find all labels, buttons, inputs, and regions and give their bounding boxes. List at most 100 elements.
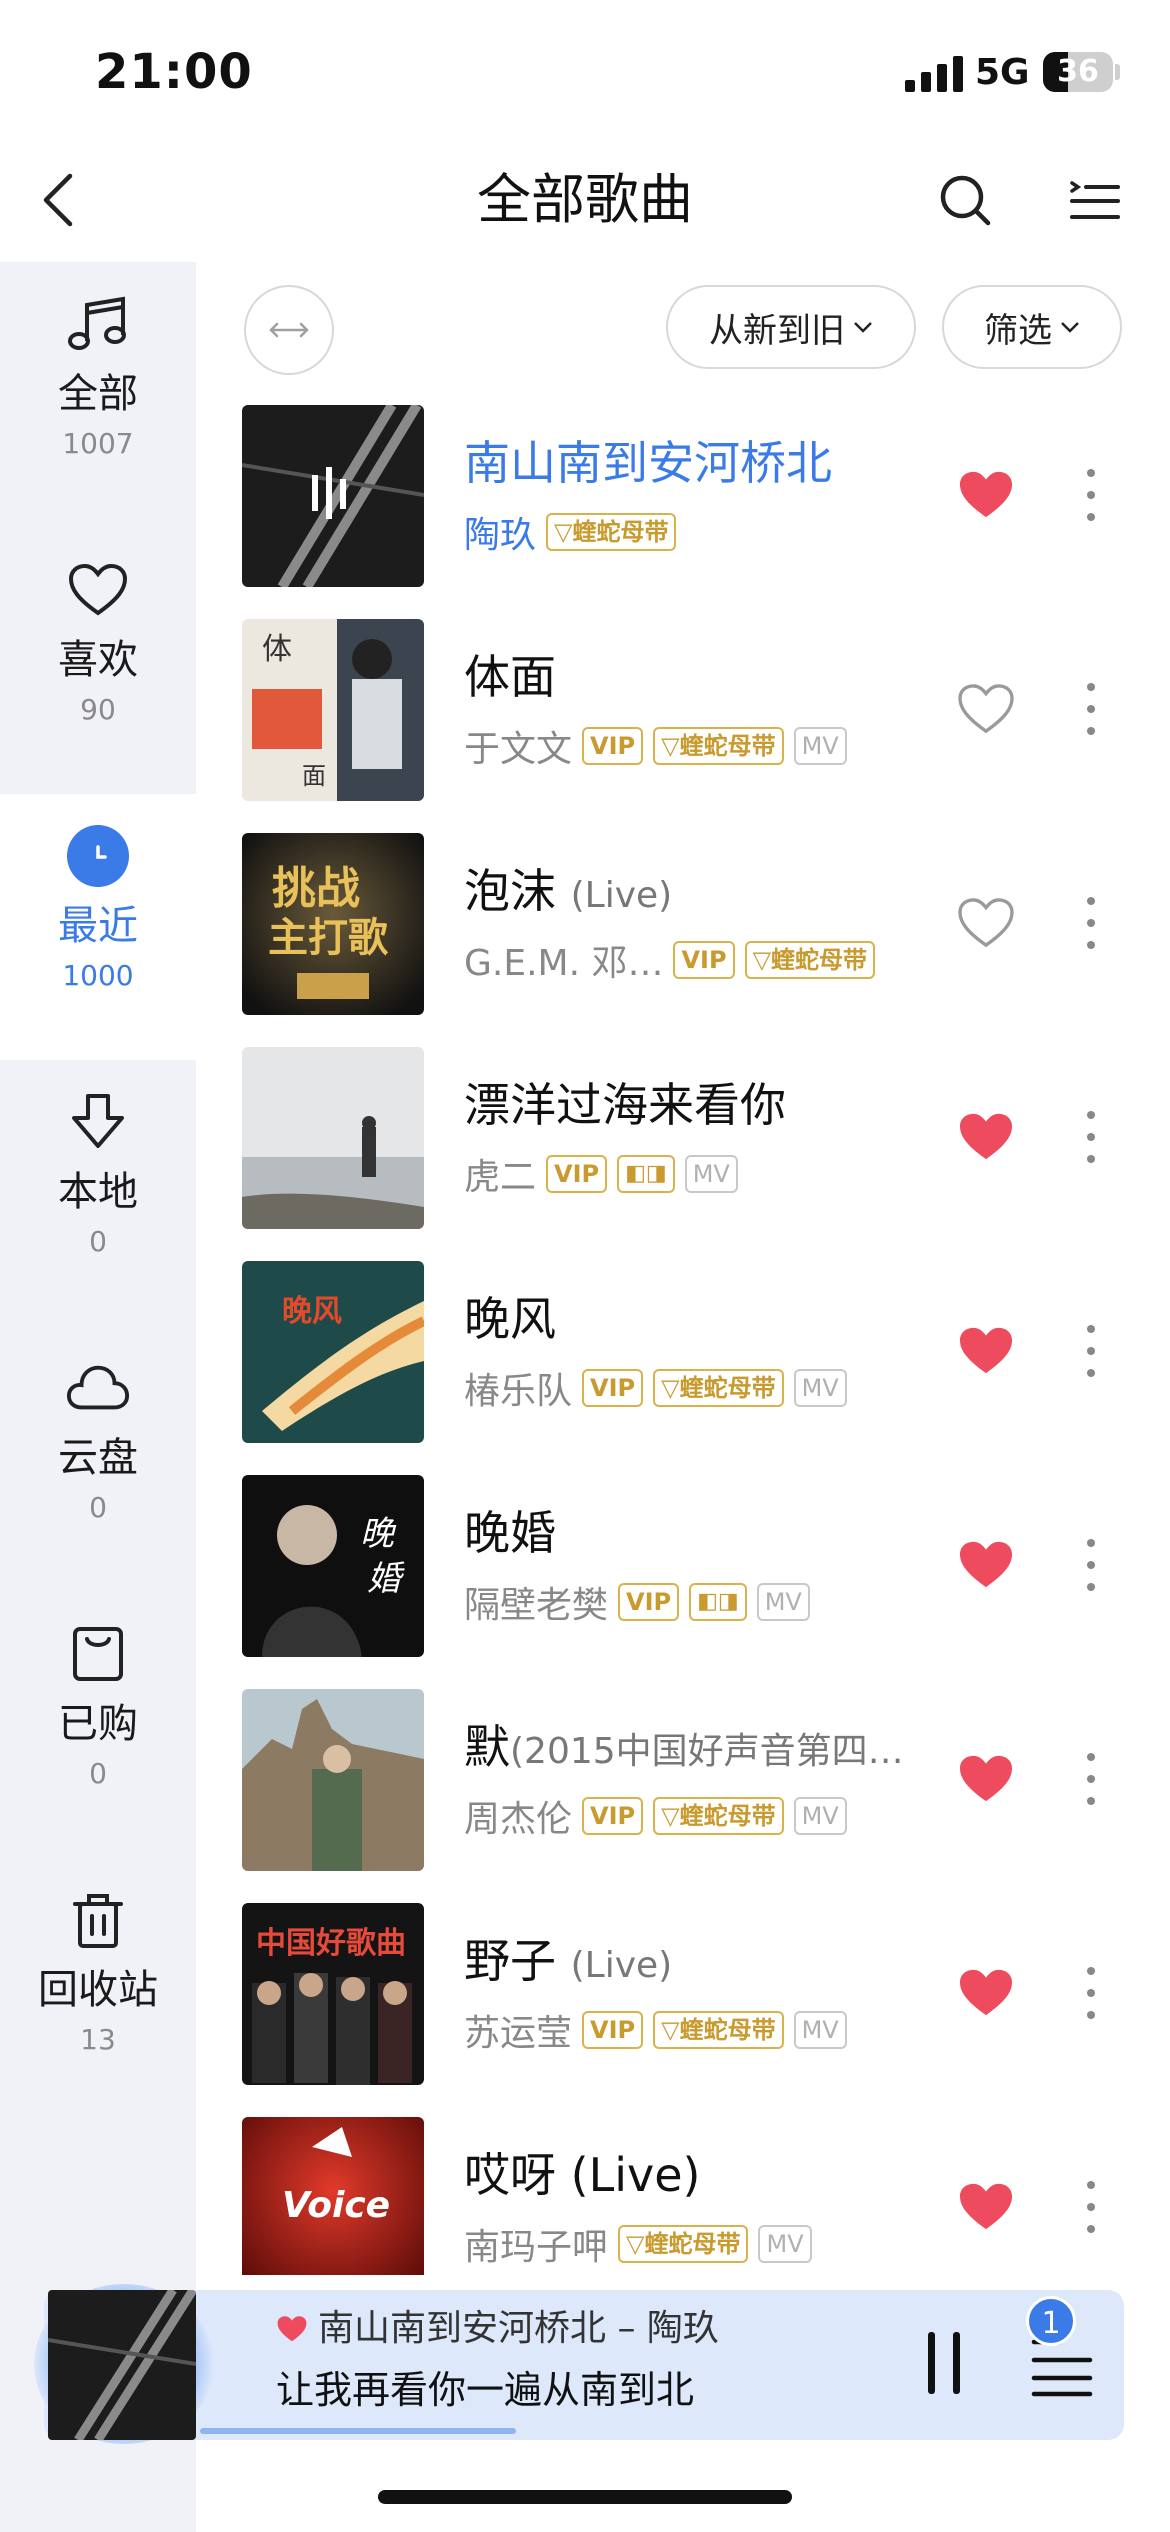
search-button[interactable] — [930, 162, 1000, 238]
mv-badge[interactable]: MV — [793, 1369, 847, 1407]
like-button[interactable] — [954, 1105, 1018, 1169]
sort-dropdown[interactable]: 从新到旧 — [666, 285, 916, 369]
status-time: 21:00 — [95, 44, 253, 100]
heart-filled-icon — [960, 1113, 1012, 1160]
song-row[interactable]: 默(2015中国好声音第四… 周杰伦 VIP ▽蝰蛇母带 MV — [196, 1689, 1170, 1903]
artist-name: 虎二 — [464, 1157, 537, 1198]
song-row[interactable]: 漂洋过海来看你 虎二 VIP ◧◨ MV — [196, 1047, 1170, 1261]
like-button[interactable] — [954, 1961, 1018, 2025]
song-row[interactable]: 挑战 主打歌 泡沫 (Live) G.E.M. 邓… VIP ▽蝰蛇母带 — [196, 833, 1170, 1047]
mv-badge[interactable]: MV — [793, 727, 847, 765]
album-cover[interactable]: 中国好歌曲 — [242, 1903, 424, 2085]
song-title: 体面 — [464, 650, 556, 704]
heart-outline-icon — [66, 558, 130, 622]
player-cover[interactable] — [48, 2290, 196, 2440]
song-row[interactable]: 晚婚 晚婚 隔壁老樊 VIP ◧◨ MV — [196, 1475, 1170, 1689]
more-options-button[interactable] — [1076, 1097, 1106, 1177]
like-button[interactable] — [954, 2175, 1018, 2239]
sidebar-item-local[interactable]: 本地 0 — [0, 1060, 196, 1326]
sidebar-item-purchased[interactable]: 已购 0 — [0, 1592, 196, 1858]
more-options-button[interactable] — [1076, 669, 1106, 749]
pause-button[interactable] — [914, 2332, 974, 2398]
like-button[interactable] — [954, 1747, 1018, 1811]
vip-badge: VIP — [582, 1369, 644, 1407]
mv-badge[interactable]: MV — [793, 1797, 847, 1835]
album-cover[interactable] — [242, 405, 424, 587]
like-button[interactable] — [954, 677, 1018, 741]
sidebar-item-all[interactable]: 全部 1007 — [0, 262, 196, 528]
sidebar-item-recent[interactable]: 最近 1000 — [0, 794, 196, 1060]
svg-text:婚: 婚 — [367, 1559, 405, 1599]
album-cover[interactable]: 晚风 — [242, 1261, 424, 1443]
mv-badge[interactable]: MV — [684, 1155, 738, 1193]
sidebar-item-label: 已购 — [58, 1701, 138, 1747]
playback-progress-bar[interactable] — [200, 2428, 516, 2434]
search-icon — [940, 175, 991, 226]
vip-badge: VIP — [582, 2011, 644, 2049]
more-options-button[interactable] — [1076, 1739, 1106, 1819]
album-cover[interactable]: 体面 — [242, 619, 424, 801]
vip-badge: VIP — [673, 941, 735, 979]
clock-icon — [66, 824, 130, 888]
song-row[interactable]: 体面 体面 于文文 VIP ▽蝰蛇母带 MV — [196, 619, 1170, 833]
list-menu-button[interactable] — [1060, 162, 1130, 238]
sort-label: 从新到旧 — [709, 310, 845, 351]
album-cover[interactable]: 晚婚 — [242, 1475, 424, 1657]
song-row[interactable]: 中国好歌曲 野子 (Live) 苏运莹 VIP ▽蝰蛇母带 MV — [196, 1903, 1170, 2117]
artist-name: G.E.M. 邓… — [464, 943, 664, 984]
like-button[interactable] — [954, 1533, 1018, 1597]
mv-badge[interactable]: MV — [758, 2225, 812, 2263]
album-cover[interactable]: 挑战 主打歌 — [242, 833, 424, 1015]
mv-badge[interactable]: MV — [756, 1583, 810, 1621]
expand-arrows-icon — [269, 322, 309, 338]
song-row[interactable]: 南山南到安河桥北 陶玖 ▽蝰蛇母带 — [196, 405, 1170, 619]
heart-filled-icon[interactable] — [276, 2314, 308, 2344]
trash-icon — [66, 1888, 130, 1952]
song-title: 晚风 — [464, 1292, 556, 1346]
player-song-info: 南山南到安河桥北 – 陶玖 — [276, 2304, 719, 2354]
song-row[interactable]: 晚风 晚风 椿乐队 VIP ▽蝰蛇母带 MV — [196, 1261, 1170, 1475]
viper-master-badge: ▽蝰蛇母带 — [653, 1797, 784, 1835]
mini-player[interactable]: 南山南到安河桥北 – 陶玖 让我再看你一遍从南到北 — [34, 2284, 1124, 2444]
more-options-button[interactable] — [1076, 1953, 1106, 2033]
sidebar-item-favorites[interactable]: 喜欢 90 — [0, 528, 196, 794]
mv-badge[interactable]: MV — [793, 2011, 847, 2049]
sidebar: 全部 1007 喜欢 90 最近 1000 本地 0 云盘 0 已购 0 回收站… — [0, 262, 196, 2532]
signal-icon — [905, 56, 963, 92]
sidebar-item-trash[interactable]: 回收站 13 — [0, 1858, 196, 2124]
heart-outline-icon — [958, 684, 1014, 734]
sidebar-item-cloud[interactable]: 云盘 0 — [0, 1326, 196, 1592]
home-indicator[interactable] — [378, 2490, 792, 2504]
like-button[interactable] — [954, 1319, 1018, 1383]
like-button[interactable] — [954, 463, 1018, 527]
sidebar-item-count: 90 — [80, 693, 116, 726]
more-options-button[interactable] — [1076, 455, 1106, 535]
more-options-button[interactable] — [1076, 883, 1106, 963]
song-meta: 于文文 VIP ▽蝰蛇母带 MV — [464, 723, 847, 770]
viper-master-badge: ▽蝰蛇母带 — [744, 941, 876, 979]
chevron-down-icon — [1061, 322, 1079, 333]
sidebar-item-label: 本地 — [58, 1169, 138, 1215]
more-options-button[interactable] — [1076, 2167, 1106, 2247]
sidebar-item-label: 回收站 — [38, 1967, 158, 2013]
network-type: 5G — [975, 52, 1030, 93]
song-meta: 椿乐队 VIP ▽蝰蛇母带 MV — [464, 1365, 847, 1412]
more-options-button[interactable] — [1076, 1311, 1106, 1391]
like-button[interactable] — [954, 891, 1018, 955]
album-cover[interactable]: Voice — [242, 2117, 424, 2275]
list-toolbar: 从新到旧 筛选 — [196, 285, 1170, 375]
list-menu-icon — [1070, 181, 1120, 219]
filter-dropdown[interactable]: 筛选 — [942, 285, 1122, 369]
album-cover[interactable] — [242, 1047, 424, 1229]
battery-tip — [1115, 64, 1120, 80]
expand-button[interactable] — [244, 285, 334, 375]
album-cover[interactable] — [242, 1689, 424, 1871]
song-list: 南山南到安河桥北 陶玖 ▽蝰蛇母带 体面 体面 于文文 VIP ▽蝰蛇母带 MV… — [196, 405, 1170, 2275]
dolby-icon: ◧◨ — [689, 1583, 747, 1621]
viper-master-badge: ▽蝰蛇母带 — [618, 2225, 749, 2263]
svg-text:Voice: Voice — [282, 2185, 390, 2226]
song-row[interactable]: Voice 哎呀 (Live) 南玛子呷 ▽蝰蛇母带 MV — [196, 2117, 1170, 2275]
sidebar-item-label: 全部 — [58, 371, 138, 417]
heart-outline-icon — [958, 898, 1014, 948]
more-options-button[interactable] — [1076, 1525, 1106, 1605]
